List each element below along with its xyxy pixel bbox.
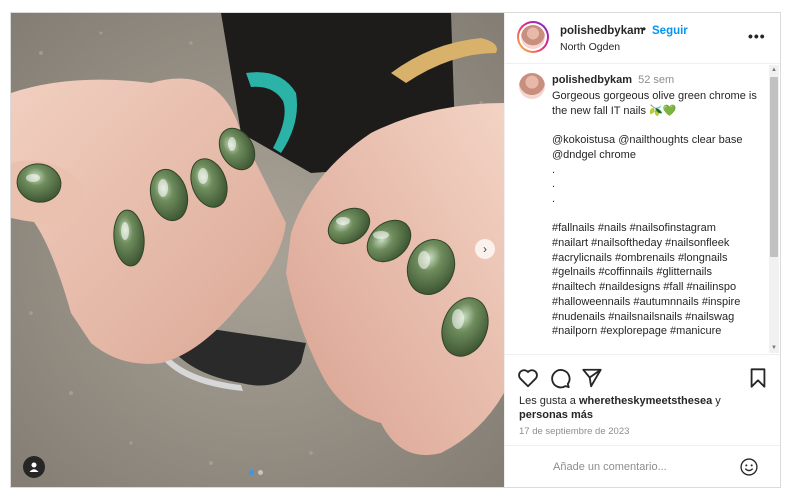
caption-time[interactable]: 52 sem — [638, 74, 674, 86]
add-comment-bar — [505, 445, 780, 487]
caption-line — [552, 118, 764, 133]
comments-panel: polishedbykam 52 sem Gorgeous gorgeous ol… — [505, 64, 769, 353]
caption-line — [552, 207, 764, 222]
emoji-icon[interactable] — [739, 457, 759, 477]
caption-header: polishedbykam 52 sem — [552, 74, 674, 86]
hashtag-line[interactable]: #halloweennails #autumnnails #inspire — [552, 295, 764, 310]
nails-photo — [11, 13, 504, 487]
carousel-next-button[interactable]: › — [475, 239, 495, 259]
post-date[interactable]: 17 de septiembre de 2023 — [519, 426, 629, 437]
avatar-image — [521, 25, 545, 49]
caption-text: Gorgeous gorgeous olive green chrome is … — [552, 89, 764, 339]
likes-user[interactable]: wheretheskymeetsthesea — [579, 395, 712, 407]
caption-line: . — [552, 163, 556, 176]
post-sidebar: polishedbykam • Seguir North Ogden ••• p… — [504, 13, 780, 487]
comment-icon[interactable] — [549, 367, 571, 389]
post-header: polishedbykam • Seguir North Ogden ••• — [505, 13, 780, 64]
comment-input[interactable] — [553, 458, 733, 476]
likes-others[interactable]: personas más — [519, 409, 593, 421]
hashtag-line[interactable]: #nailtech #naildesigns #fall #nailinspo — [552, 280, 764, 295]
more-options-icon[interactable]: ••• — [748, 29, 766, 43]
hashtag-line[interactable]: #acrylicnails #ombrenails #longnails — [552, 251, 764, 266]
caption-line[interactable]: @dndgel chrome — [552, 148, 764, 163]
caption-username[interactable]: polishedbykam — [552, 74, 632, 86]
likes-prefix: Les gusta a — [519, 395, 576, 407]
carousel-dot-1 — [249, 470, 254, 475]
heart-icon[interactable] — [517, 367, 539, 389]
post-image[interactable]: › — [11, 13, 504, 487]
chevron-right-icon: › — [483, 242, 487, 256]
hashtag-line[interactable]: #fallnails #nails #nailsofinstagram — [552, 221, 764, 236]
tagged-users-button[interactable] — [23, 456, 45, 478]
scroll-up-icon[interactable]: ▲ — [770, 65, 778, 75]
post-location[interactable]: North Ogden — [560, 41, 620, 53]
share-icon[interactable] — [581, 367, 603, 389]
author-avatar[interactable] — [517, 21, 549, 53]
caption-line: Gorgeous gorgeous olive green chrome is … — [552, 90, 757, 117]
hashtag-line[interactable]: #gelnails #coffinnails #glitternails — [552, 265, 764, 280]
carousel-dot-2 — [258, 470, 263, 475]
caption-line[interactable]: @kokoistusa @nailthoughts clear base — [552, 133, 764, 148]
caption-line: . — [552, 178, 556, 191]
bookmark-icon[interactable] — [747, 367, 769, 389]
likes-summary: Les gusta a wheretheskymeetsthesea y per… — [519, 394, 769, 422]
hashtag-line[interactable]: #nailart #nailsoftheday #nailsonfleek — [552, 236, 764, 251]
carousel-indicator — [249, 470, 263, 475]
separator-dot: • — [642, 24, 647, 36]
avatar-ring-inner — [519, 23, 547, 51]
caption-avatar[interactable] — [519, 73, 545, 99]
author-username[interactable]: polishedbykam — [560, 25, 644, 37]
caption-line: . — [552, 192, 556, 205]
follow-button[interactable]: Seguir — [652, 25, 688, 37]
action-bar — [505, 354, 780, 395]
user-tag-icon — [29, 462, 39, 472]
hashtag-line[interactable]: #nailporn #explorepage #manicure — [552, 324, 764, 339]
scrollbar-thumb[interactable] — [770, 77, 778, 257]
post-dialog: › polishedbykam • Seguir North Ogden ••• — [10, 12, 781, 488]
scroll-down-icon[interactable]: ▼ — [770, 343, 778, 353]
likes-suffix: y — [715, 395, 721, 407]
comments-scrollbar[interactable]: ▲ ▼ — [769, 65, 779, 353]
hashtag-line[interactable]: #nudenails #nailsnailsnails #nailswag — [552, 310, 764, 325]
